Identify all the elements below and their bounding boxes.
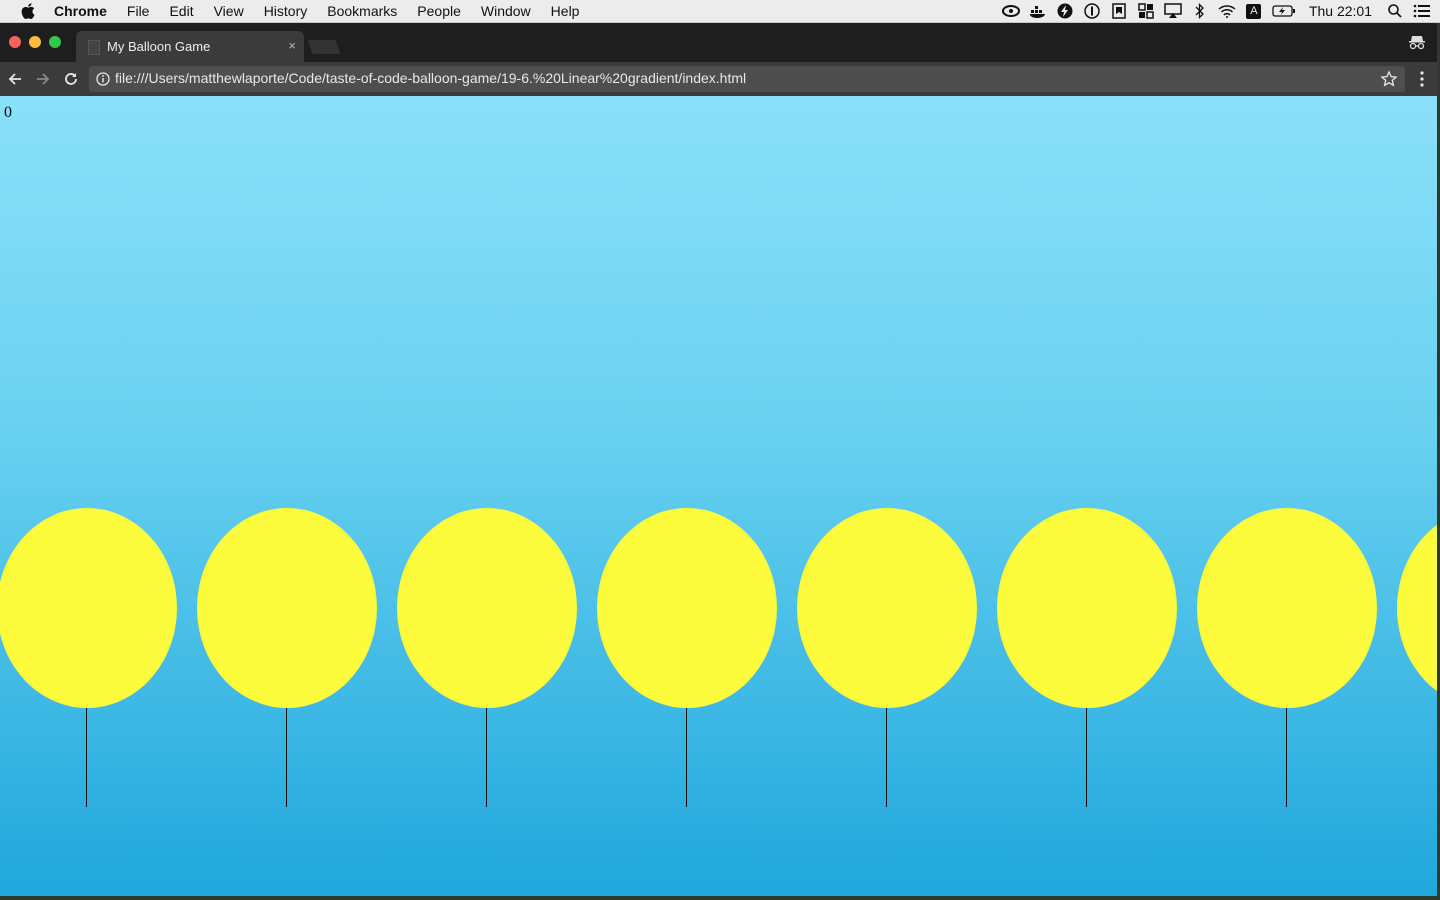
- balloon-body[interactable]: [797, 508, 977, 708]
- address-bar-url[interactable]: file:///Users/matthewlaporte/Code/taste-…: [115, 70, 746, 86]
- browser-menu-icon[interactable]: [1419, 70, 1425, 88]
- balloon-body[interactable]: [597, 508, 777, 708]
- menu-view[interactable]: View: [214, 3, 244, 19]
- balloon-string: [486, 708, 487, 807]
- balloon[interactable]: [0, 508, 177, 807]
- airplay-icon[interactable]: [1164, 3, 1182, 19]
- reload-icon[interactable]: [61, 69, 81, 89]
- wifi-icon[interactable]: [1218, 3, 1236, 19]
- window-maximize-button[interactable]: [49, 36, 61, 48]
- balloon[interactable]: [597, 508, 777, 807]
- battery-charging-icon[interactable]: [1272, 3, 1296, 19]
- input-source-icon[interactable]: A: [1245, 3, 1263, 19]
- spotlight-search-icon[interactable]: [1386, 3, 1404, 19]
- new-tab-button[interactable]: [307, 40, 341, 54]
- menu-history[interactable]: History: [264, 3, 308, 19]
- balloon[interactable]: [197, 508, 377, 807]
- game-viewport[interactable]: 0: [0, 96, 1437, 896]
- forward-arrow-icon[interactable]: [33, 69, 53, 89]
- balloon[interactable]: [1397, 508, 1437, 708]
- apple-icon[interactable]: [18, 3, 38, 19]
- docker-icon[interactable]: [1029, 3, 1047, 19]
- windows-grid-icon[interactable]: [1137, 3, 1155, 19]
- password-manager-icon[interactable]: [1083, 3, 1101, 19]
- menu-window[interactable]: Window: [481, 3, 531, 19]
- balloon-string: [886, 708, 887, 807]
- back-arrow-icon[interactable]: [5, 69, 25, 89]
- balloon[interactable]: [397, 508, 577, 807]
- balloon-body[interactable]: [1197, 508, 1377, 708]
- lightning-icon[interactable]: [1056, 3, 1074, 19]
- menu-bar-clock[interactable]: Thu 22:01: [1309, 3, 1372, 19]
- balloon-string: [686, 708, 687, 807]
- window-minimize-button[interactable]: [29, 36, 41, 48]
- macos-menu-bar: Chrome File Edit View History Bookmarks …: [0, 0, 1440, 23]
- menu-bar-tray: A Thu 22:01: [1001, 0, 1440, 22]
- score-counter: 0: [4, 104, 12, 121]
- tab-strip: My Balloon Game ×: [0, 23, 1437, 62]
- menu-people[interactable]: People: [417, 3, 461, 19]
- browser-toolbar: file:///Users/matthewlaporte/Code/taste-…: [0, 62, 1437, 96]
- tab-title: My Balloon Game: [107, 39, 211, 54]
- balloon-body[interactable]: [0, 508, 177, 708]
- address-bar[interactable]: file:///Users/matthewlaporte/Code/taste-…: [89, 66, 1405, 92]
- tab-my-balloon-game[interactable]: My Balloon Game ×: [76, 31, 304, 62]
- menu-app-name[interactable]: Chrome: [54, 3, 107, 19]
- balloon[interactable]: [1197, 508, 1377, 807]
- menu-edit[interactable]: Edit: [169, 3, 193, 19]
- site-info-icon[interactable]: [96, 72, 110, 86]
- creative-cloud-icon[interactable]: [1001, 3, 1020, 19]
- balloon-body[interactable]: [197, 508, 377, 708]
- browser-window: My Balloon Game × file:///Users/matthewl…: [0, 23, 1437, 896]
- menu-bookmarks[interactable]: Bookmarks: [327, 3, 397, 19]
- balloon-string: [1086, 708, 1087, 807]
- menu-help[interactable]: Help: [551, 3, 580, 19]
- incognito-icon: [1407, 33, 1427, 51]
- balloon-body[interactable]: [997, 508, 1177, 708]
- balloon-body[interactable]: [1397, 508, 1437, 708]
- notification-center-icon[interactable]: [1413, 3, 1431, 19]
- balloon[interactable]: [797, 508, 977, 807]
- menu-file[interactable]: File: [127, 3, 150, 19]
- bookmark-app-icon[interactable]: [1110, 3, 1128, 19]
- bookmark-star-icon[interactable]: [1380, 70, 1398, 88]
- bluetooth-icon[interactable]: [1191, 3, 1209, 19]
- tab-close-icon[interactable]: ×: [288, 38, 296, 53]
- balloon-string: [286, 708, 287, 807]
- balloon-string: [86, 708, 87, 807]
- balloon-string: [1286, 708, 1287, 807]
- balloon[interactable]: [997, 508, 1177, 807]
- page-favicon-icon: [88, 40, 100, 55]
- balloon-body[interactable]: [397, 508, 577, 708]
- window-close-button[interactable]: [9, 36, 21, 48]
